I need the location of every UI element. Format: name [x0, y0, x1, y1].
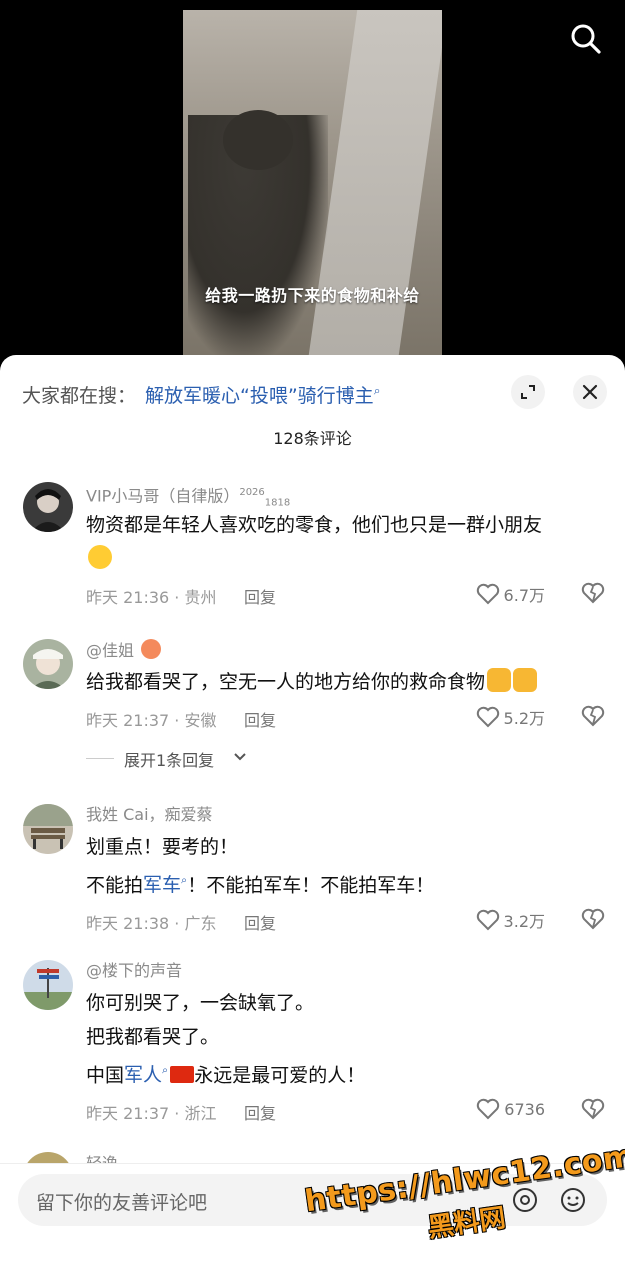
watermark-name: 黑料网	[426, 1203, 508, 1244]
comment-count: 128条评论	[273, 429, 352, 448]
peach-emoji-icon	[141, 639, 162, 659]
time-location: 昨天 21:37 · 浙江	[86, 1104, 217, 1124]
heart-icon	[476, 910, 499, 931]
comment-text: 你可别哭了，一会缺氧了。 把我都看哭了。 中国军人⌕ 永远是最可爱的人！	[86, 992, 366, 1087]
comment-meta: 昨天 21:37 · 浙江 回复 6736	[86, 1098, 605, 1126]
video-player[interactable]: 给我一路扔下来的食物和补给	[0, 0, 625, 370]
keyword-link[interactable]: 军人⌕	[124, 1064, 168, 1086]
avatar[interactable]	[23, 960, 73, 1010]
avatar[interactable]	[23, 804, 73, 854]
close-button[interactable]	[573, 375, 607, 409]
reply-button[interactable]: 回复	[244, 1100, 276, 1124]
dislike-button[interactable]	[581, 1098, 605, 1124]
like-button[interactable]: 6736	[476, 1098, 545, 1120]
heart-icon	[476, 583, 499, 605]
broken-heart-icon	[581, 705, 605, 727]
reply-button[interactable]: 回复	[244, 910, 276, 934]
username[interactable]: VIP小马哥（自律版）20261818	[86, 482, 605, 508]
like-count: 5.2万	[503, 709, 545, 728]
crying-emoji-icon	[88, 545, 112, 569]
comment-meta: 昨天 21:37 · 安徽 回复 5.2万	[86, 705, 605, 733]
like-button[interactable]: 5.2万	[476, 705, 545, 729]
comment-meta: 昨天 21:36 · 贵州 回复 6.7万	[86, 582, 605, 610]
username[interactable]: @楼下的声音	[86, 960, 605, 982]
username[interactable]: 轻逸	[86, 1150, 118, 1164]
dislike-button[interactable]	[581, 582, 605, 608]
small-search-icon: ⌕	[373, 383, 381, 398]
reply-button[interactable]: 回复	[244, 707, 276, 731]
divider	[86, 758, 114, 759]
reply-button[interactable]: 回复	[244, 584, 276, 608]
sheet-header: 大家都在搜： 解放军暖心“投喂”骑行博主⌕	[22, 375, 607, 411]
comment-text: 物资都是年轻人喜欢吃的零食，他们也只是一群小朋友	[86, 508, 605, 576]
time-location: 昨天 21:37 · 安徽	[86, 711, 217, 730]
video-caption: 给我一路扔下来的食物和补给	[205, 286, 420, 305]
search-icon[interactable]	[569, 22, 603, 56]
broken-heart-icon	[581, 582, 605, 604]
avatar[interactable]	[23, 639, 73, 689]
expand-replies-button[interactable]: 展开1条回复	[86, 746, 386, 770]
close-icon	[582, 384, 598, 400]
small-search-icon: ⌕	[162, 1064, 169, 1077]
badge-number: 1818	[264, 497, 291, 509]
broken-heart-icon	[581, 909, 605, 930]
hot-search-link[interactable]: 解放军暖心“投喂”骑行博主⌕	[145, 381, 380, 408]
like-count: 3.2万	[503, 912, 545, 932]
time-location: 昨天 21:36 · 贵州	[86, 588, 217, 607]
hot-search-prefix: 大家都在搜：	[22, 385, 137, 407]
broken-heart-icon	[581, 1099, 605, 1120]
comment-text: 给我都看哭了，空无一人的地方给你的救命食物	[86, 665, 605, 699]
avatar[interactable]	[23, 482, 73, 532]
chevron-down-icon	[234, 753, 246, 761]
comment-text: 划重点！要考的！ 不能拍军车⌕！不能拍军车！不能拍军车！	[86, 836, 435, 897]
dislike-button[interactable]	[581, 908, 605, 934]
expand-replies-label: 展开1条回复	[124, 751, 215, 770]
comment-input-placeholder: 留下你的友善评论吧	[36, 1192, 208, 1214]
thumbs-up-icon	[513, 668, 538, 692]
like-count: 6736	[504, 1099, 545, 1119]
badge-year: 2026	[239, 487, 265, 498]
expand-icon	[521, 385, 535, 399]
video-shadow-head	[223, 110, 293, 170]
username[interactable]: @佳姐	[86, 639, 605, 661]
like-button[interactable]: 3.2万	[476, 908, 545, 932]
china-flag-icon	[170, 1066, 195, 1084]
heart-icon	[476, 706, 499, 728]
like-count: 6.7万	[503, 586, 545, 605]
expand-button[interactable]	[511, 375, 545, 409]
like-button[interactable]: 6.7万	[476, 582, 545, 606]
heart-icon	[477, 1099, 500, 1120]
thumbs-up-icon	[487, 668, 512, 692]
video-frame[interactable]: 给我一路扔下来的食物和补给	[183, 10, 442, 355]
hot-search-text: 解放军暖心“投喂”骑行博主	[145, 385, 374, 407]
dislike-button[interactable]	[581, 705, 605, 731]
keyword-link[interactable]: 军车⌕	[143, 874, 187, 896]
time-location: 昨天 21:38 · 广东	[86, 914, 217, 934]
username[interactable]: 我姓 Cai，痴爱蔡	[86, 804, 605, 826]
comment-meta: 昨天 21:38 · 广东 回复 3.2万	[86, 908, 605, 936]
